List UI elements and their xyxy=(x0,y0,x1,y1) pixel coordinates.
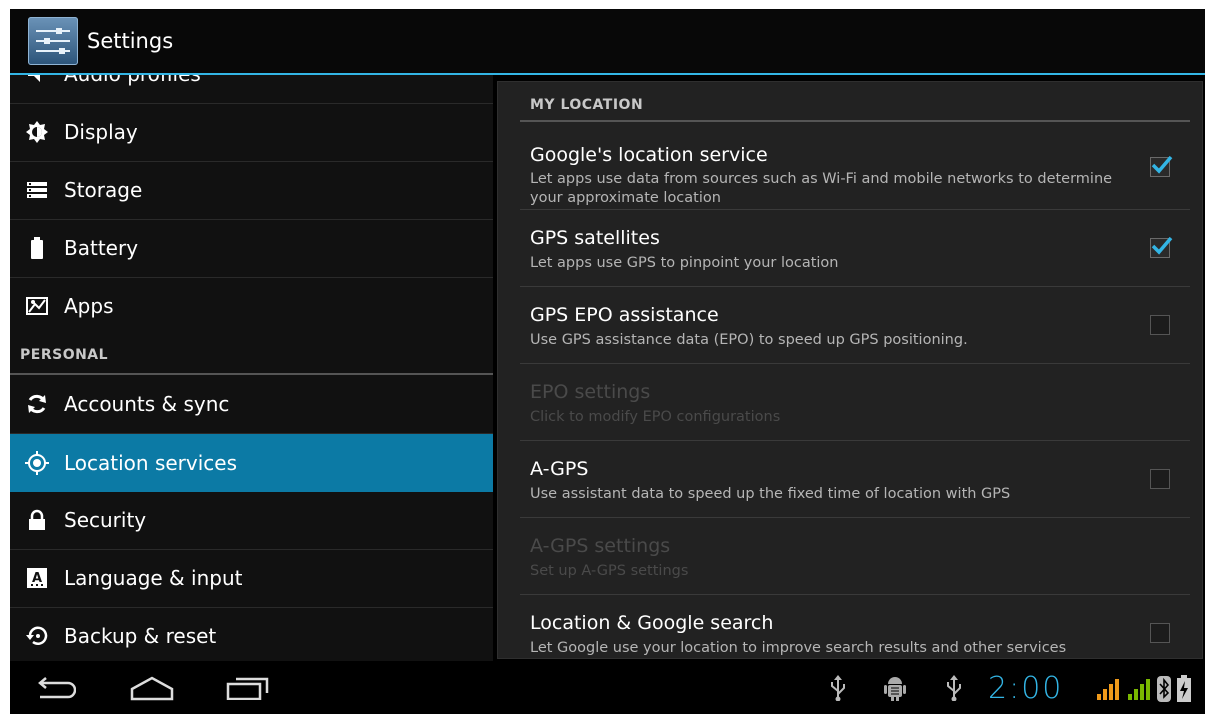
location-crosshair-icon xyxy=(24,450,50,476)
pref-title: A-GPS settings xyxy=(530,535,671,557)
sync-icon xyxy=(24,391,50,417)
sidebar-item-display[interactable]: Display xyxy=(10,104,493,162)
sidebar-item-accounts-sync[interactable]: Accounts & sync xyxy=(10,376,493,434)
system-bar: 2:00 xyxy=(10,661,1205,714)
bluetooth-icon xyxy=(1157,676,1171,706)
settings-app-icon[interactable] xyxy=(28,17,78,65)
gps-epo-checkbox[interactable] xyxy=(1150,315,1170,335)
sidebar-item-label: Location services xyxy=(64,451,238,475)
pref-summary: Let apps use data from sources such as W… xyxy=(530,171,1113,206)
sidebar-item-label: Audio profiles xyxy=(64,75,201,86)
pref-summary: Use GPS assistance data (EPO) to speed u… xyxy=(530,332,968,348)
sidebar-item-label: Apps xyxy=(64,294,114,318)
settings-sidebar: Audio profiles Display Storage Battery A… xyxy=(10,75,493,661)
pref-gps-epo-assistance[interactable]: GPS EPO assistance Use GPS assistance da… xyxy=(520,287,1190,364)
sidebar-item-label: Accounts & sync xyxy=(64,392,230,416)
signal-orange-icon xyxy=(1096,677,1122,705)
pref-title: A-GPS xyxy=(530,458,589,480)
back-button[interactable] xyxy=(34,677,77,705)
apps-icon xyxy=(24,293,50,319)
battery-icon xyxy=(24,235,50,261)
svg-text:A: A xyxy=(32,571,42,586)
storage-icon xyxy=(24,177,50,203)
usb-icon xyxy=(944,675,964,705)
sidebar-item-label: Display xyxy=(64,120,138,144)
location-settings-panel: MY LOCATION Google's location service Le… xyxy=(497,81,1203,659)
battery-charging-icon xyxy=(1176,675,1192,707)
lock-icon xyxy=(24,507,50,533)
section-header-label: PERSONAL xyxy=(20,347,109,363)
brightness-icon xyxy=(24,119,50,145)
pref-summary: Use assistant data to speed up the fixed… xyxy=(530,486,1011,502)
section-header-my-location: MY LOCATION xyxy=(520,94,1190,122)
usb-icon xyxy=(828,675,848,705)
pref-title: GPS satellites xyxy=(530,227,660,249)
pref-a-gps[interactable]: A-GPS Use assistant data to speed up the… xyxy=(520,441,1190,518)
pref-a-gps-settings: A-GPS settings Set up A-GPS settings xyxy=(520,518,1190,595)
sidebar-item-label: Storage xyxy=(64,178,143,202)
section-header-personal: PERSONAL xyxy=(10,337,493,375)
pref-title: Google's location service xyxy=(530,144,768,166)
pref-gps-satellites[interactable]: GPS satellites Let apps use GPS to pinpo… xyxy=(520,210,1190,287)
pref-summary: Let apps use GPS to pinpoint your locati… xyxy=(530,255,839,271)
sidebar-item-label: Battery xyxy=(64,236,139,260)
android-debug-icon xyxy=(883,674,907,706)
pref-google-location-service[interactable]: Google's location service Let apps use d… xyxy=(520,124,1190,210)
pref-summary: Let Google use your location to improve … xyxy=(530,640,1067,656)
status-clock[interactable]: 2:00 xyxy=(988,671,1063,706)
sidebar-item-backup-reset[interactable]: Backup & reset xyxy=(10,608,493,661)
a-gps-checkbox[interactable] xyxy=(1150,469,1170,489)
section-header-label: MY LOCATION xyxy=(530,97,644,113)
sidebar-item-language-input[interactable]: A Language & input xyxy=(10,550,493,608)
signal-green-icon xyxy=(1127,677,1153,705)
sidebar-item-label: Backup & reset xyxy=(64,624,217,648)
pref-location-google-search[interactable]: Location & Google search Let Google use … xyxy=(520,595,1190,658)
pref-title: EPO settings xyxy=(530,381,651,403)
sidebar-item-label: Language & input xyxy=(64,566,243,590)
pref-epo-settings: EPO settings Click to modify EPO configu… xyxy=(520,364,1190,441)
backup-restore-icon xyxy=(24,623,50,649)
sidebar-item-location-services[interactable]: Location services xyxy=(10,434,493,492)
sidebar-item-audio-profiles[interactable]: Audio profiles xyxy=(10,75,493,104)
pref-summary: Set up A-GPS settings xyxy=(530,563,689,579)
pref-title: Location & Google search xyxy=(530,612,774,634)
sidebar-item-storage[interactable]: Storage xyxy=(10,162,493,220)
page-title: Settings xyxy=(87,29,174,53)
google-location-checkbox[interactable] xyxy=(1150,155,1173,177)
home-button[interactable] xyxy=(128,675,176,705)
pref-summary: Click to modify EPO configurations xyxy=(530,409,781,425)
sidebar-item-security[interactable]: Security xyxy=(10,492,493,550)
recent-apps-button[interactable] xyxy=(226,676,270,704)
action-bar: Settings xyxy=(10,9,1205,75)
language-icon: A xyxy=(24,565,50,591)
sidebar-item-battery[interactable]: Battery xyxy=(10,220,493,278)
audio-profiles-icon xyxy=(24,75,50,87)
location-google-search-checkbox[interactable] xyxy=(1150,623,1170,643)
sidebar-item-apps[interactable]: Apps xyxy=(10,278,493,335)
gps-satellites-checkbox[interactable] xyxy=(1150,236,1173,258)
pref-title: GPS EPO assistance xyxy=(530,304,719,326)
tablet-screen: Settings Audio profiles Display Storage xyxy=(10,9,1205,714)
sidebar-item-label: Security xyxy=(64,508,147,532)
